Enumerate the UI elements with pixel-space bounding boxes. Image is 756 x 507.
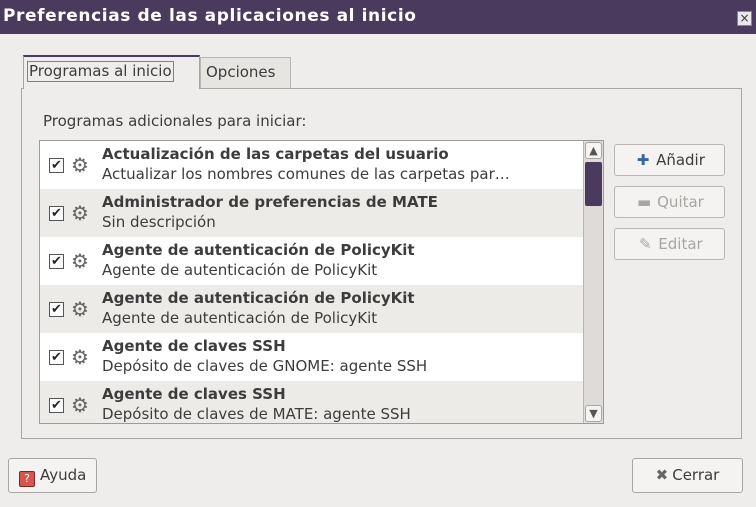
program-description: Depósito de claves de GNOME: agente SSH (102, 357, 428, 375)
gear-cluster-icon: ⚙ (71, 393, 89, 417)
close-button[interactable]: ✖ Cerrar (632, 458, 743, 493)
program-name: Agente de autenticación de PolicyKit (102, 289, 415, 307)
program-name: Agente de claves SSH (102, 337, 286, 355)
list-item[interactable]: ✔ ⚙ Agente de claves SSH Depósito de cla… (40, 381, 584, 423)
add-button[interactable]: ✚ Añadir (614, 144, 725, 176)
enabled-checkbox[interactable]: ✔ (49, 254, 64, 269)
gear-cluster-icon: ⚙ (71, 201, 89, 225)
scrollbar-thumb[interactable] (585, 162, 602, 206)
section-label: Programas adicionales para iniciar: (43, 112, 307, 130)
close-window-icon[interactable]: × (737, 11, 752, 26)
program-name: Actualización de las carpetas del usuari… (102, 145, 449, 163)
enabled-checkbox[interactable]: ✔ (49, 302, 64, 317)
gear-cluster-icon: ⚙ (71, 345, 89, 369)
add-label: Añadir (656, 151, 705, 169)
program-name: Administrador de preferencias de MATE (102, 193, 438, 211)
enabled-checkbox[interactable]: ✔ (49, 206, 64, 221)
startup-programs-list[interactable]: ✔ ⚙ Actualización de las carpetas del us… (39, 140, 604, 424)
remove-label: Quitar (657, 193, 704, 211)
close-x-icon: ✖ (655, 466, 669, 484)
list-item[interactable]: ✔ ⚙ Administrador de preferencias de MAT… (40, 189, 584, 237)
title-bar: Preferencias de las aplicaciones al inic… (0, 0, 756, 34)
list-item[interactable]: ✔ ⚙ Actualización de las carpetas del us… (40, 141, 584, 189)
program-name: Agente de claves SSH (102, 385, 286, 403)
help-button[interactable]: ? Ayuda (8, 458, 98, 493)
scroll-down-icon[interactable]: ▼ (585, 405, 602, 422)
window-title: Preferencias de las aplicaciones al inic… (3, 6, 417, 26)
scroll-up-icon[interactable]: ▲ (585, 142, 602, 159)
program-description: Agente de autenticación de PolicyKit (102, 261, 378, 279)
edit-button[interactable]: ✎ Editar (614, 228, 725, 260)
help-label: Ayuda (40, 466, 87, 484)
close-label: Cerrar (672, 466, 720, 484)
help-icon: ? (19, 471, 35, 487)
edit-label: Editar (658, 235, 703, 253)
edit-icon: ✎ (638, 235, 652, 253)
tab-panel: Programas adicionales para iniciar: ✔ ⚙ … (21, 88, 742, 439)
enabled-checkbox[interactable]: ✔ (49, 350, 64, 365)
remove-button[interactable]: ▬ Quitar (614, 186, 725, 218)
program-description: Agente de autenticación de PolicyKit (102, 309, 378, 327)
enabled-checkbox[interactable]: ✔ (49, 158, 64, 173)
program-description: Depósito de claves de MATE: agente SSH (102, 405, 411, 423)
gear-cluster-icon: ⚙ (71, 249, 89, 273)
gear-cluster-icon: ⚙ (71, 297, 89, 321)
vertical-scrollbar[interactable]: ▲ ▼ (583, 141, 603, 423)
list-item[interactable]: ✔ ⚙ Agente de autenticación de PolicyKit… (40, 285, 584, 333)
tab-programas-al-inicio[interactable]: Programas al inicio (23, 55, 200, 89)
program-description: Actualizar los nombres comunes de las ca… (102, 165, 510, 183)
program-name: Agente de autenticación de PolicyKit (102, 241, 415, 259)
gear-cluster-icon: ⚙ (71, 153, 89, 177)
tab-label: Programas al inicio (27, 61, 174, 82)
program-description: Sin descripción (102, 213, 216, 231)
minus-icon: ▬ (637, 193, 652, 211)
tab-label: Opciones (206, 63, 276, 81)
enabled-checkbox[interactable]: ✔ (49, 398, 64, 413)
list-item[interactable]: ✔ ⚙ Agente de claves SSH Depósito de cla… (40, 333, 584, 381)
tab-opciones[interactable]: Opciones (200, 57, 291, 88)
list-item[interactable]: ✔ ⚙ Agente de autenticación de PolicyKit… (40, 237, 584, 285)
plus-icon: ✚ (636, 151, 650, 169)
